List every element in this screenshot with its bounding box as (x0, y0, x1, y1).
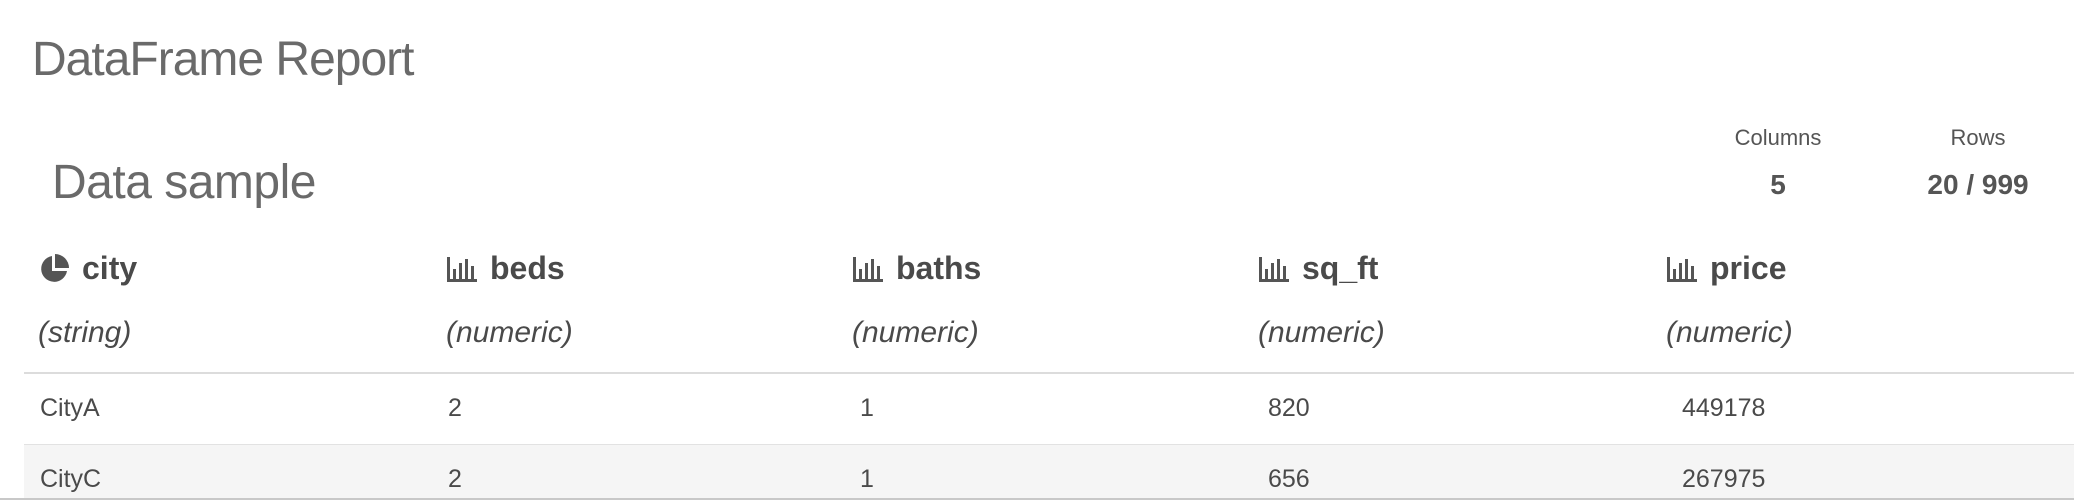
column-type: (numeric) (1258, 316, 1385, 349)
table-cell: 656 (1268, 465, 1310, 493)
data-sample-table: city (string) beds (numeric) baths (nume… (24, 240, 2074, 500)
column-type: (string) (38, 316, 132, 349)
columns-stat: Columns 5 (1698, 125, 1858, 201)
table-cell: 449178 (1682, 394, 1766, 422)
table-header: city (string) beds (numeric) baths (nume… (24, 240, 2074, 374)
column-type: (numeric) (446, 316, 573, 349)
column-name: baths (896, 250, 982, 286)
column-name: price (1710, 250, 1787, 286)
column-name: sq_ft (1302, 250, 1379, 286)
table-cell: CityA (40, 394, 100, 422)
table-cell: CityC (40, 465, 102, 493)
table-cell: 1 (860, 394, 874, 422)
table-cell: 820 (1268, 394, 1310, 422)
column-name: city (82, 250, 138, 286)
bar-chart-icon (852, 253, 884, 285)
rows-label: Rows (1950, 125, 2006, 150)
columns-label: Columns (1734, 125, 1822, 150)
bar-chart-icon (446, 253, 478, 285)
column-name: beds (490, 250, 565, 286)
section-title: Data sample (52, 156, 316, 209)
table-row: CityA 2 1 820 449178 (24, 374, 2074, 445)
table-row: CityC 2 1 656 267975 (24, 445, 2074, 500)
table-cell: 2 (448, 465, 462, 493)
bar-chart-icon (1258, 253, 1290, 285)
pie-chart-icon (38, 253, 70, 285)
dataframe-report-page: DataFrame Report Data sample Columns 5 R… (0, 0, 2074, 500)
table-cell: 267975 (1682, 465, 1766, 493)
rows-stat: Rows 20 / 999 (1898, 125, 2058, 201)
column-type: (numeric) (852, 316, 979, 349)
column-type: (numeric) (1666, 316, 1793, 349)
columns-value: 5 (1770, 169, 1786, 200)
report-title: DataFrame Report (32, 33, 414, 86)
rows-value: 20 / 999 (1927, 169, 2029, 200)
table-cell: 1 (860, 465, 874, 493)
bar-chart-icon (1666, 253, 1698, 285)
table-cell: 2 (448, 394, 462, 422)
